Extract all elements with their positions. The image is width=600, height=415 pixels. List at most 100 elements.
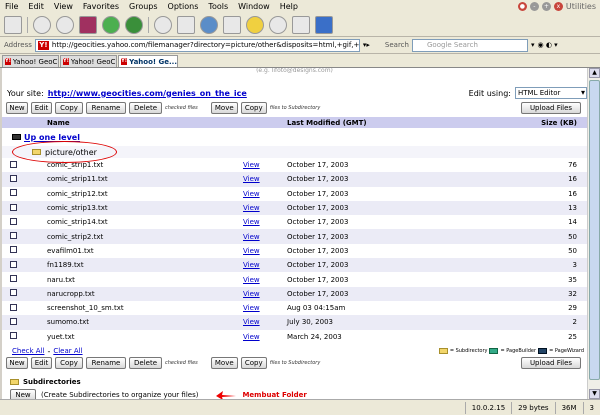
- header-name[interactable]: Name: [47, 119, 243, 127]
- row-checkbox[interactable]: [10, 174, 17, 182]
- extras-icon[interactable]: ◉ ◐ ▾: [538, 41, 558, 49]
- row-checkbox[interactable]: [10, 246, 17, 254]
- upload-files-button[interactable]: Upload Files: [521, 101, 581, 114]
- search-input[interactable]: Google Search: [411, 38, 528, 52]
- view-link[interactable]: View: [243, 190, 287, 198]
- site-url-link[interactable]: http://www.geocities.com/genies_on_the_i…: [48, 89, 247, 98]
- menu-file[interactable]: File: [0, 2, 23, 11]
- file-name[interactable]: naru.txt: [47, 276, 243, 284]
- up-one-level[interactable]: Up one level: [2, 132, 587, 142]
- move-button[interactable]: Move: [210, 101, 238, 114]
- back-icon[interactable]: [33, 15, 51, 34]
- copy-to-sub-button[interactable]: Copy: [240, 101, 267, 114]
- history-icon[interactable]: [154, 15, 172, 34]
- view-link[interactable]: View: [243, 261, 287, 269]
- tab-yahoo-active[interactable]: Y! Yahoo! Ge...: [118, 55, 178, 67]
- file-name[interactable]: sumomo.txt: [47, 318, 243, 326]
- row-checkbox[interactable]: [10, 160, 17, 168]
- go-icon[interactable]: ▾▸: [363, 41, 370, 49]
- row-checkbox[interactable]: [10, 275, 17, 283]
- upload-files-button-bottom[interactable]: Upload Files: [521, 357, 581, 370]
- view-link[interactable]: View: [243, 318, 287, 326]
- view-link[interactable]: View: [243, 204, 287, 212]
- cursor-icon[interactable]: [292, 15, 310, 34]
- file-name[interactable]: comic_strip14.txt: [47, 218, 243, 226]
- print-icon[interactable]: [177, 15, 195, 34]
- file-name[interactable]: screenshot_10_sm.txt: [47, 304, 243, 312]
- row-checkbox[interactable]: [10, 189, 17, 197]
- scroll-down-icon[interactable]: ▼: [589, 389, 600, 399]
- menu-favorites[interactable]: Favorites: [78, 2, 124, 11]
- editor-select[interactable]: HTML Editor: [515, 87, 587, 99]
- view-link[interactable]: View: [243, 276, 287, 284]
- new-button-bottom[interactable]: New: [6, 357, 28, 370]
- header-size[interactable]: Size (KB): [523, 119, 581, 127]
- file-name[interactable]: comic_strip11.txt: [47, 175, 243, 183]
- file-name[interactable]: yuet.txt: [47, 333, 243, 341]
- view-link[interactable]: View: [243, 161, 287, 169]
- edit-button[interactable]: Edit: [31, 101, 52, 114]
- scroll-up-icon[interactable]: ▲: [589, 68, 600, 78]
- new-button[interactable]: New: [6, 101, 28, 114]
- rename-button[interactable]: Rename: [86, 101, 126, 114]
- mail-icon[interactable]: [200, 15, 218, 34]
- favorites-icon[interactable]: [315, 15, 333, 34]
- stop-page-icon[interactable]: [79, 15, 97, 34]
- minimize-icon[interactable]: -: [529, 2, 539, 11]
- tab-yahoo-2[interactable]: Y!Yahoo! GeoCi...: [60, 55, 117, 67]
- utilities-label[interactable]: Utilities: [566, 2, 596, 11]
- view-link[interactable]: View: [243, 247, 287, 255]
- view-link[interactable]: View: [243, 290, 287, 298]
- file-name[interactable]: comic_strip13.txt: [47, 204, 243, 212]
- row-checkbox[interactable]: [10, 332, 17, 340]
- view-link[interactable]: View: [243, 175, 287, 183]
- file-name[interactable]: narucropp.txt: [47, 290, 243, 298]
- refresh-icon[interactable]: [102, 15, 120, 34]
- copy-button-bottom[interactable]: Copy: [55, 357, 83, 370]
- menu-tools[interactable]: Tools: [203, 2, 233, 11]
- move-button-bottom[interactable]: Move: [210, 357, 238, 370]
- menu-view[interactable]: View: [49, 2, 78, 11]
- check-all-link[interactable]: Check All: [12, 347, 44, 355]
- view-link[interactable]: View: [243, 233, 287, 241]
- clear-all-link[interactable]: Clear All: [53, 347, 82, 355]
- file-name[interactable]: evafilm01.txt: [47, 247, 243, 255]
- menu-help[interactable]: Help: [275, 2, 303, 11]
- row-checkbox[interactable]: [10, 317, 17, 325]
- search-icon[interactable]: [269, 15, 287, 34]
- row-checkbox[interactable]: [10, 289, 17, 297]
- row-checkbox[interactable]: [10, 303, 17, 311]
- menu-edit[interactable]: Edit: [23, 2, 49, 11]
- copy-to-sub-button-bottom[interactable]: Copy: [240, 357, 267, 370]
- close-icon[interactable]: x: [553, 2, 563, 11]
- row-checkbox[interactable]: [10, 232, 17, 240]
- view-link[interactable]: View: [243, 218, 287, 226]
- delete-button-bottom[interactable]: Delete: [129, 357, 162, 370]
- row-checkbox[interactable]: [10, 260, 17, 268]
- file-name[interactable]: comic_strip12.txt: [47, 190, 243, 198]
- file-name[interactable]: comic_strip2.txt: [47, 233, 243, 241]
- menu-window[interactable]: Window: [233, 2, 275, 11]
- view-link[interactable]: View: [243, 304, 287, 312]
- file-name[interactable]: fn1189.txt: [47, 261, 243, 269]
- settings-icon[interactable]: [246, 15, 264, 34]
- delete-button[interactable]: Delete: [129, 101, 162, 114]
- header-modified[interactable]: Last Modified (GMT): [287, 119, 523, 127]
- maximize-icon[interactable]: +: [541, 2, 551, 11]
- rename-button-bottom[interactable]: Rename: [86, 357, 126, 370]
- new-subdirectory-button[interactable]: New: [10, 388, 36, 399]
- scroll-thumb[interactable]: [589, 80, 600, 380]
- edit-button-bottom[interactable]: Edit: [31, 357, 52, 370]
- row-checkbox[interactable]: [10, 203, 17, 211]
- tab-yahoo-1[interactable]: Y!Yahoo! GeoCi...: [2, 55, 59, 67]
- menu-options[interactable]: Options: [163, 2, 204, 11]
- view-link[interactable]: View: [243, 333, 287, 341]
- tools-icon[interactable]: [223, 15, 241, 34]
- forward-icon[interactable]: [56, 15, 74, 34]
- stop-icon[interactable]: ●: [517, 2, 527, 11]
- vertical-scrollbar[interactable]: ▲ ▼: [587, 68, 600, 399]
- row-checkbox[interactable]: [10, 217, 17, 225]
- document-icon[interactable]: [4, 15, 22, 34]
- address-input[interactable]: Y! http://geocities.yahoo.com/filemanage…: [34, 38, 360, 52]
- menu-groups[interactable]: Groups: [124, 2, 163, 11]
